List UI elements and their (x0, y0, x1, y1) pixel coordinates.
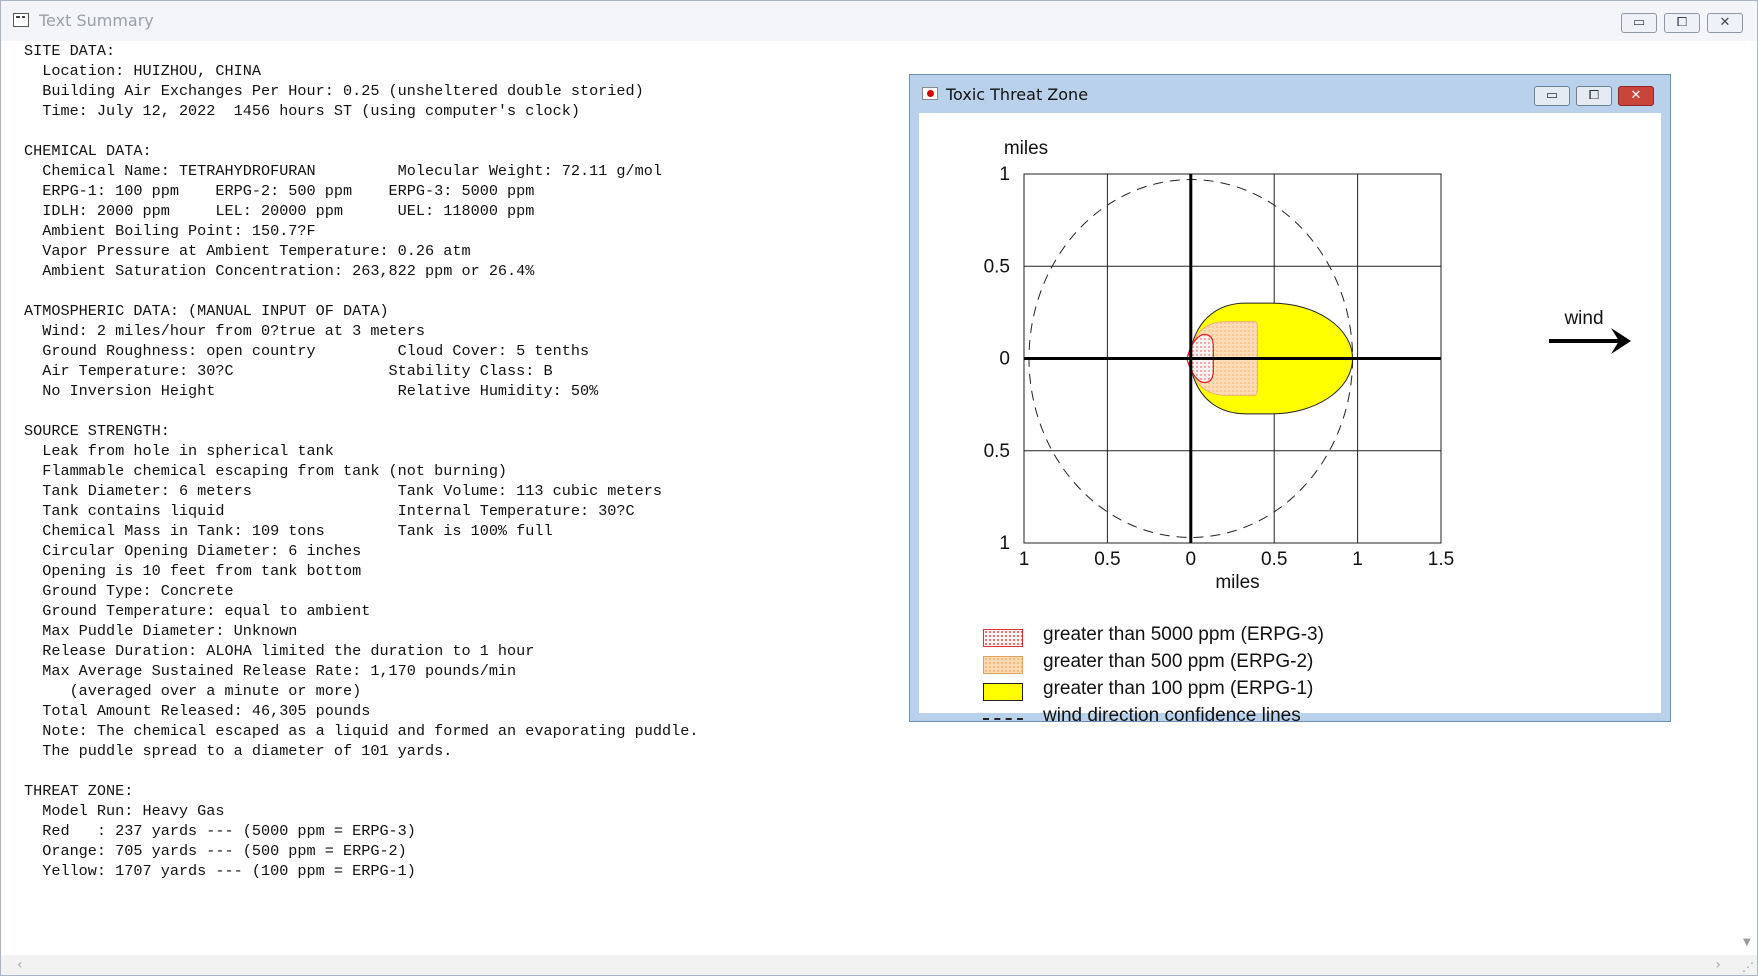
summary-line: Chemical Mass in Tank: 109 tons Tank is … (24, 522, 553, 540)
legend-label: greater than 5000 ppm (ERPG-3) (1043, 624, 1324, 645)
legend-label: greater than 500 ppm (ERPG-2) (1043, 651, 1314, 672)
summary-line: Ground Type: Concrete (24, 582, 234, 600)
x-tick-label: 0.5 (1094, 549, 1120, 570)
summary-line: Opening is 10 feet from tank bottom (24, 562, 362, 580)
scroll-down-arrow-icon[interactable]: ▼ (1743, 937, 1751, 948)
chart-legend: greater than 5000 ppm (ERPG-3) greater th… (983, 624, 1483, 732)
legend-swatch-orange (983, 656, 1023, 674)
summary-line: Max Average Sustained Release Rate: 1,17… (24, 662, 517, 680)
summary-line: IDLH: 2000 ppm LEL: 20000 ppm UEL: 11800… (24, 202, 535, 220)
summary-line: No Inversion Height Relative Humidity: 5… (24, 382, 599, 400)
maximize-button[interactable]: ⧠ (1664, 13, 1700, 33)
summary-line: ERPG-1: 100 ppm ERPG-2: 500 ppm ERPG-3: … (24, 182, 535, 200)
threat-minimize-button[interactable]: ▭ (1534, 86, 1570, 106)
summary-line: Tank Diameter: 6 meters Tank Volume: 113… (24, 482, 662, 500)
summary-line: (averaged over a minute or more) (24, 682, 362, 700)
summary-line: Tank contains liquid Internal Temperatur… (24, 502, 635, 520)
summary-line: Ambient Boiling Point: 150.7?F (24, 222, 316, 240)
x-tick-label: 0 (1186, 549, 1197, 570)
vertical-scrollbar[interactable]: ▼ (1739, 41, 1757, 956)
x-tick-label: 0.5 (1261, 549, 1287, 570)
summary-line: Air Temperature: 30?C Stability Class: B (24, 362, 553, 380)
scroll-left-arrow-icon[interactable]: ‹ (17, 957, 23, 973)
summary-line: Circular Opening Diameter: 6 inches (24, 542, 362, 560)
y-tick-label: 0 (999, 349, 1010, 370)
summary-line: Building Air Exchanges Per Hour: 0.25 (u… (24, 82, 644, 100)
summary-line: Time: July 12, 2022 1456 hours ST (using… (24, 102, 580, 120)
summary-line: Total Amount Released: 46,305 pounds (24, 702, 371, 720)
threat-close-button[interactable]: ✕ (1618, 86, 1654, 106)
summary-line: CHEMICAL DATA: (24, 142, 152, 160)
threat-maximize-button[interactable]: ⧠ (1576, 86, 1612, 106)
summary-line: Release Duration: ALOHA limited the dura… (24, 642, 535, 660)
summary-text-area[interactable]: SITE DATA: Location: HUIZHOU, CHINA Buil… (24, 41, 698, 881)
window-title: Text Summary (39, 11, 154, 30)
summary-line: Orange: 705 yards --- (500 ppm = ERPG-2) (24, 842, 407, 860)
summary-line: Ground Roughness: open country Cloud Cov… (24, 342, 590, 360)
legend-label: wind direction confidence lines (1043, 705, 1301, 726)
minimize-button[interactable]: ▭ (1621, 13, 1657, 33)
summary-line: Model Run: Heavy Gas (24, 802, 225, 820)
summary-line: THREAT ZONE: (24, 782, 134, 800)
summary-line: Chemical Name: TETRAHYDROFURAN Molecular… (24, 162, 662, 180)
legend-item: greater than 500 ppm (ERPG-2) (983, 651, 1483, 678)
summary-line: Vapor Pressure at Ambient Temperature: 0… (24, 242, 471, 260)
summary-line: Ambient Saturation Concentration: 263,82… (24, 262, 535, 280)
x-tick-label: 1.5 (1428, 549, 1454, 570)
summary-line: Leak from hole in spherical tank (24, 442, 334, 460)
y-tick-label: 1 (999, 533, 1010, 554)
x-tick-label: 1 (1352, 549, 1363, 570)
summary-line (24, 761, 698, 781)
wind-label: wind (1563, 308, 1603, 329)
close-button[interactable]: ✕ (1707, 13, 1743, 33)
summary-line (24, 401, 698, 421)
summary-line: Max Puddle Diameter: Unknown (24, 622, 298, 640)
summary-line: Ground Temperature: equal to ambient (24, 602, 371, 620)
toxic-threat-zone-window: Toxic Threat Zone ▭ ⧠ ✕ 1 0.5 0 0.5 1 1.5 1 0.5… (909, 74, 1671, 726)
size-grip-icon[interactable] (1739, 955, 1757, 975)
app-window-icon (13, 13, 29, 27)
threat-window-title: Toxic Threat Zone (946, 85, 1089, 104)
y-tick-label: 0.5 (984, 441, 1010, 462)
x-axis-label: miles (1215, 572, 1259, 593)
summary-line (24, 281, 698, 301)
summary-line: Flammable chemical escaping from tank (n… (24, 462, 508, 480)
legend-swatch-dash (983, 718, 1023, 720)
summary-line: Wind: 2 miles/hour from 0?true at 3 mete… (24, 322, 426, 340)
legend-item: wind direction confidence lines (983, 705, 1483, 732)
summary-line: SOURCE STRENGTH: (24, 422, 170, 440)
summary-line (24, 121, 698, 141)
summary-line: SITE DATA: (24, 42, 116, 60)
summary-line: ATMOSPHERIC DATA: (MANUAL INPUT OF DATA) (24, 302, 389, 320)
y-tick-label: 1 (999, 164, 1010, 185)
summary-line: The puddle spread to a diameter of 101 y… (24, 742, 453, 760)
legend-swatch-red (983, 629, 1023, 647)
y-axis-label: miles (1004, 138, 1048, 159)
x-tick-label: 1 (1019, 549, 1030, 570)
summary-line: Red : 237 yards --- (5000 ppm = ERPG-3) (24, 822, 416, 840)
scroll-right-arrow-icon[interactable]: › (1715, 957, 1721, 973)
legend-item: greater than 5000 ppm (ERPG-3) (983, 624, 1483, 651)
threat-zone-chart: 1 0.5 0 0.5 1 1.5 1 0.5 0 0.5 1 miles miles wind (984, 138, 1631, 593)
legend-item: greater than 100 ppm (ERPG-1) (983, 678, 1483, 705)
summary-line: Location: HUIZHOU, CHINA (24, 62, 261, 80)
text-summary-titlebar[interactable]: Text Summary ▭ ⧠ ✕ (1, 1, 1757, 41)
threat-window-icon (922, 87, 938, 100)
threat-window-titlebar[interactable]: Toxic Threat Zone ▭ ⧠ ✕ (910, 75, 1670, 113)
horizontal-scrollbar[interactable]: ‹ › (1, 955, 1741, 975)
summary-line: Note: The chemical escaped as a liquid a… (24, 722, 699, 740)
legend-swatch-yellow (983, 683, 1023, 701)
summary-line: Yellow: 1707 yards --- (100 ppm = ERPG-1… (24, 862, 416, 880)
threat-zone-plot-area: 1 0.5 0 0.5 1 1.5 1 0.5 0 0.5 1 miles miles wind grea… (919, 113, 1661, 726)
y-tick-label: 0.5 (984, 256, 1010, 277)
legend-label: greater than 100 ppm (ERPG-1) (1043, 678, 1314, 699)
